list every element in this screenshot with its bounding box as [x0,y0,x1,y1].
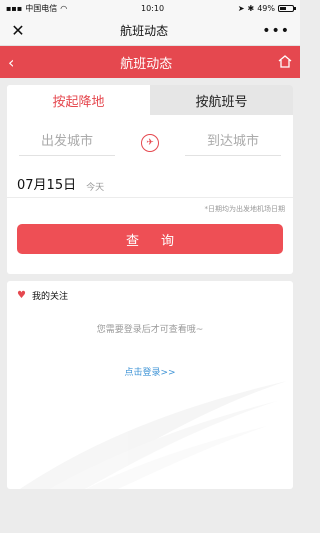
carrier-label: 中国电信 [25,3,58,13]
date-selector[interactable]: 07月15日 今天 [7,173,293,198]
battery-percent: 49% [257,3,275,13]
watchlist-header: ♥ 我的关注 [7,281,293,310]
login-tip: 您需要登录后才可查看哦~ [96,325,204,335]
signal-icon: ▪▪▪ [6,3,23,13]
heart-icon: ♥ [17,290,26,301]
more-dots-icon[interactable]: ••• [262,23,290,39]
home-icon[interactable] [278,53,292,72]
search-tabs: 按起降地 按航班号 [7,85,293,115]
wifi-icon: ◠ [60,3,68,13]
watchlist-card: ♥ 我的关注 您需要登录后才可查看哦~ 点击登录>> [7,281,293,489]
battery-icon [278,4,296,12]
wechat-nav-bar: ✕ 航班动态 ••• [0,16,300,46]
departure-city-input[interactable]: 出发城市 [19,130,115,156]
watchlist-title: 我的关注 [31,292,68,302]
bluetooth-icon: ✱ [247,3,255,13]
location-icon: ➤ [237,3,245,13]
close-icon[interactable]: ✕ [10,21,26,40]
chevron-left-icon[interactable]: ‹ [8,53,14,72]
clock: 10:10 [141,3,165,13]
tab-by-flight-number[interactable]: 按航班号 [150,85,293,115]
arrival-city-input[interactable]: 到达城市 [185,130,281,156]
page-title: 航班动态 [120,56,173,72]
status-bar: ▪▪▪ 中国电信 ◠ 10:10 ➤ ✱ 49% [0,0,300,16]
tab-by-airport[interactable]: 按起降地 [7,85,150,115]
city-row: 出发城市 ✈ 到达城市 [7,121,293,165]
plane-icon[interactable]: ✈ [141,134,159,152]
wing-watermark [20,381,287,489]
wechat-title: 航班动态 [120,24,169,38]
date-hint: *日期均为出发地机场日期 [204,205,286,213]
status-left: ▪▪▪ 中国电信 ◠ [6,3,67,14]
date-value: 07月15日 [17,178,77,193]
date-today-label: 今天 [86,183,105,193]
search-card: 按起降地 按航班号 出发城市 ✈ 到达城市 07月15日 今天 *日期均为出发地… [7,85,293,274]
page-header: ‹ 航班动态 [0,46,300,78]
status-right: ➤ ✱ 49% [237,3,296,13]
query-button[interactable]: 查询 [17,224,283,254]
